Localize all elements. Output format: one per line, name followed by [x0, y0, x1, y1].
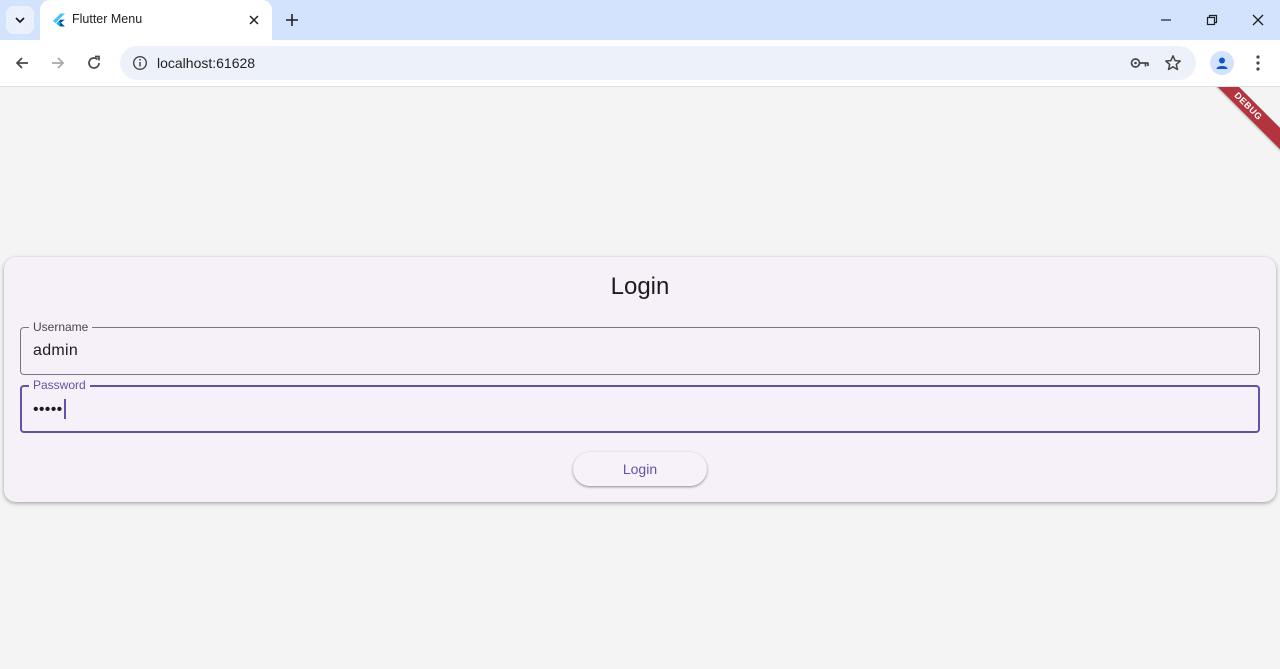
- password-label: Password: [29, 378, 90, 392]
- browser-toolbar: localhost:61628: [0, 40, 1280, 87]
- username-label: Username: [29, 320, 93, 334]
- site-info-button[interactable]: [128, 51, 152, 75]
- password-field[interactable]: Password •••••: [20, 378, 1260, 433]
- minimize-button[interactable]: [1143, 0, 1189, 40]
- minimize-icon: [1161, 19, 1171, 21]
- arrow-left-icon: [15, 57, 28, 69]
- page-viewport: DEBUG Login Username admin Password ••••…: [0, 87, 1280, 669]
- close-icon: [1252, 14, 1264, 26]
- username-input[interactable]: admin: [33, 342, 78, 360]
- back-button[interactable]: [6, 47, 38, 79]
- url-text[interactable]: localhost:61628: [157, 55, 255, 71]
- restore-button[interactable]: [1189, 0, 1235, 40]
- forward-button[interactable]: [42, 47, 74, 79]
- address-bar[interactable]: localhost:61628: [120, 46, 1196, 80]
- debug-banner: DEBUG: [1200, 87, 1280, 155]
- tab-title: Flutter Menu: [72, 12, 143, 26]
- window-close-button[interactable]: [1235, 0, 1280, 40]
- more-vert-icon: [1256, 55, 1260, 71]
- plus-icon: [286, 14, 298, 26]
- login-button[interactable]: Login: [573, 452, 707, 486]
- reload-button[interactable]: [78, 47, 110, 79]
- reload-icon: [88, 55, 100, 69]
- tab-strip: Flutter Menu: [0, 0, 1280, 40]
- new-tab-button[interactable]: [280, 8, 304, 32]
- person-icon: [1216, 57, 1228, 69]
- chevron-down-icon: [15, 17, 25, 24]
- username-field[interactable]: Username admin: [20, 320, 1260, 375]
- tab-search-button[interactable]: [6, 6, 34, 34]
- password-key-button[interactable]: [1128, 51, 1152, 75]
- tab-close-button[interactable]: [244, 10, 264, 30]
- close-icon: [249, 15, 259, 25]
- password-value: •••••: [33, 401, 63, 419]
- info-icon: [132, 55, 148, 71]
- profile-button[interactable]: [1210, 51, 1234, 75]
- key-icon: [1130, 58, 1149, 68]
- flutter-logo-icon: [53, 13, 65, 27]
- arrow-right-icon: [52, 57, 65, 69]
- page-title: Login: [610, 273, 670, 300]
- login-card: Login Username admin Password ••••• Logi…: [4, 257, 1276, 502]
- restore-icon: [1206, 14, 1218, 26]
- tab-flutter-menu[interactable]: Flutter Menu: [40, 0, 272, 40]
- password-input[interactable]: •••••: [33, 399, 66, 420]
- browser-menu-button[interactable]: [1246, 49, 1270, 77]
- bookmark-button[interactable]: [1161, 51, 1185, 75]
- text-caret: [63, 399, 66, 419]
- star-icon: [1165, 55, 1181, 71]
